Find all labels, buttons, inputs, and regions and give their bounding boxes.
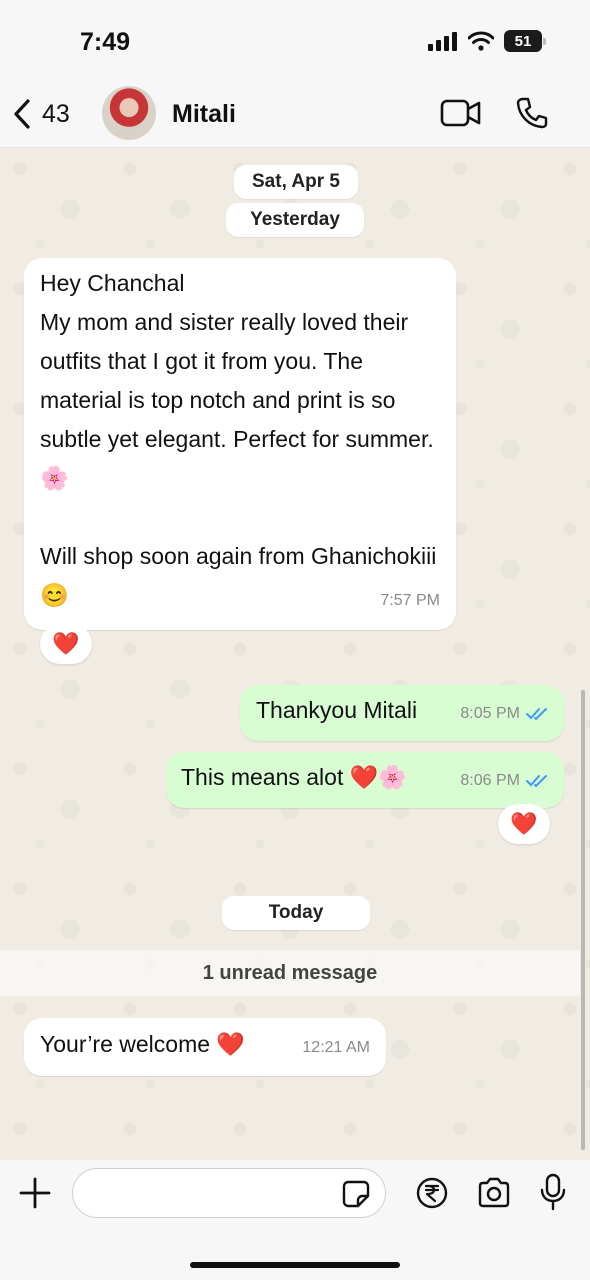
contact-name[interactable]: Mitali xyxy=(172,100,236,129)
message-reaction[interactable]: ❤️ xyxy=(498,804,550,844)
camera-icon[interactable] xyxy=(476,1177,512,1209)
avatar[interactable] xyxy=(102,86,156,140)
status-time: 7:49 xyxy=(80,28,131,56)
message-meta: 12:21 AM xyxy=(302,1028,370,1067)
message-bubble-incoming[interactable]: Your’re welcome ❤️ 12:21 AM xyxy=(24,1018,386,1076)
message-bubble-outgoing[interactable]: Thankyou Mitali 8:05 PM xyxy=(240,685,564,741)
rupee-payment-icon[interactable] xyxy=(416,1177,448,1209)
message-meta: 8:05 PM xyxy=(460,694,550,733)
message-time: 8:05 PM xyxy=(460,705,520,722)
message-text: Hey Chanchal My mom and sister really lo… xyxy=(40,270,437,608)
message-time: 12:21 AM xyxy=(302,1039,370,1056)
message-text: This means alot ❤️🌸 xyxy=(181,764,408,790)
scrollbar[interactable] xyxy=(581,690,585,1150)
battery-icon: 51 xyxy=(504,30,546,52)
chat-header: 43 Mitali xyxy=(0,80,590,148)
message-reaction[interactable]: ❤️ xyxy=(40,624,92,664)
phone-call-icon[interactable] xyxy=(515,96,549,130)
status-bar: 7:49 51 xyxy=(0,0,590,80)
status-icons: 51 xyxy=(428,30,546,52)
message-time: 7:57 PM xyxy=(380,592,440,609)
message-bubble-outgoing[interactable]: This means alot ❤️🌸 8:06 PM xyxy=(166,752,564,808)
home-indicator[interactable] xyxy=(190,1262,400,1268)
message-text: Your’re welcome ❤️ xyxy=(40,1031,246,1057)
date-separator: Today xyxy=(222,896,370,930)
date-separator: Yesterday xyxy=(226,203,364,237)
sticker-icon[interactable] xyxy=(342,1180,370,1208)
message-text: Thankyou Mitali xyxy=(256,697,418,723)
date-separator: Sat, Apr 5 xyxy=(234,165,358,199)
plus-icon[interactable] xyxy=(18,1176,52,1210)
double-check-read-icon xyxy=(526,774,547,787)
message-time: 8:06 PM xyxy=(460,772,520,789)
video-call-icon[interactable] xyxy=(440,98,482,128)
double-check-read-icon xyxy=(526,707,547,720)
wifi-icon xyxy=(468,31,494,51)
message-bubble-incoming[interactable]: Hey Chanchal My mom and sister really lo… xyxy=(24,258,456,630)
microphone-icon[interactable] xyxy=(540,1173,566,1211)
back-button[interactable]: 43 xyxy=(12,98,70,130)
message-input[interactable] xyxy=(72,1168,386,1218)
unread-chats-count: 43 xyxy=(42,99,70,128)
cellular-signal-icon xyxy=(428,32,457,51)
unread-messages-banner: 1 unread message xyxy=(0,950,580,996)
chevron-left-icon xyxy=(14,99,30,129)
message-meta: 7:57 PM xyxy=(380,581,440,620)
message-meta: 8:06 PM xyxy=(460,761,550,800)
